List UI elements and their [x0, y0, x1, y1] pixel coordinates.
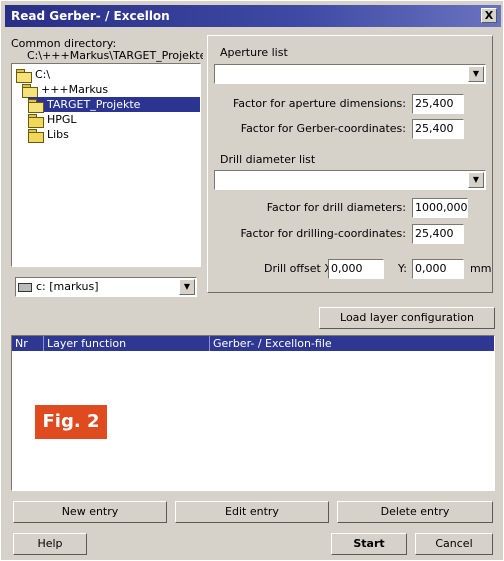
- drive-value: c: [markus]: [36, 280, 99, 293]
- close-button[interactable]: X: [481, 8, 497, 23]
- title-bar: Read Gerber- / Excellon X: [5, 5, 501, 27]
- drive-select[interactable]: c: [markus] ▼: [15, 277, 197, 297]
- chevron-down-icon[interactable]: ▼: [179, 279, 195, 295]
- help-button[interactable]: Help: [13, 533, 87, 555]
- tree-item-target-projekte[interactable]: TARGET_Projekte: [28, 97, 201, 113]
- factor-aperture-dimensions-field[interactable]: 25,400: [412, 94, 464, 114]
- tree-item-label: C:\: [35, 68, 51, 81]
- chevron-down-icon[interactable]: ▼: [468, 172, 484, 188]
- drill-offset-y-field[interactable]: 0,000: [412, 259, 464, 279]
- factor-gerber-coordinates-field[interactable]: 25,400: [412, 119, 464, 139]
- cancel-button[interactable]: Cancel: [415, 533, 493, 555]
- factor-gerber-coordinates-label: Factor for Gerber-coordinates:: [240, 122, 406, 135]
- tree-item-hpgl[interactable]: HPGL: [28, 112, 77, 128]
- figure-badge: Fig. 2: [35, 405, 107, 439]
- factor-drill-diameters-field[interactable]: 1000,000: [412, 198, 468, 218]
- folder-open-icon: [16, 69, 32, 83]
- folder-icon: [28, 129, 44, 143]
- settings-panel: Aperture list ▼ Factor for aperture dime…: [207, 35, 493, 293]
- delete-entry-button[interactable]: Delete entry: [337, 501, 493, 523]
- new-entry-button[interactable]: New entry: [13, 501, 167, 523]
- directory-tree[interactable]: C:\ +++Markus TARGET_Projekte HPGL Libs: [11, 63, 201, 267]
- folder-open-icon: [28, 99, 44, 113]
- tree-item-libs[interactable]: Libs: [28, 127, 69, 143]
- edit-entry-button[interactable]: Edit entry: [175, 501, 329, 523]
- tree-item-label: Libs: [47, 128, 69, 141]
- tree-item-label: TARGET_Projekte: [47, 98, 141, 111]
- column-header-nr[interactable]: Nr: [12, 336, 44, 351]
- factor-aperture-dimensions-label: Factor for aperture dimensions:: [232, 97, 406, 110]
- close-icon: X: [484, 9, 494, 22]
- read-gerber-dialog: Read Gerber- / Excellon X Common directo…: [0, 0, 504, 561]
- folder-icon: [28, 114, 44, 128]
- column-header-file[interactable]: Gerber- / Excellon-file: [210, 336, 494, 351]
- layer-table-header: Nr Layer function Gerber- / Excellon-fil…: [12, 336, 494, 351]
- drill-diameter-list-select[interactable]: ▼: [214, 170, 486, 190]
- window-title: Read Gerber- / Excellon: [11, 9, 170, 23]
- start-button[interactable]: Start: [331, 533, 407, 555]
- tree-item-root[interactable]: C:\: [16, 67, 51, 83]
- tree-item-markus[interactable]: +++Markus: [22, 82, 109, 98]
- offset-unit-label: mm: [470, 262, 492, 275]
- drill-offset-y-label: Y:: [398, 262, 407, 275]
- aperture-list-label: Aperture list: [220, 46, 288, 59]
- tree-item-label: +++Markus: [41, 83, 109, 96]
- drive-icon: [18, 282, 32, 292]
- chevron-down-icon[interactable]: ▼: [468, 66, 484, 82]
- column-header-layer-function[interactable]: Layer function: [44, 336, 210, 351]
- drill-offset-x-field[interactable]: 0,000: [328, 259, 384, 279]
- factor-drilling-coordinates-field[interactable]: 25,400: [412, 224, 464, 244]
- load-layer-configuration-button[interactable]: Load layer configuration: [319, 307, 495, 329]
- factor-drill-diameters-label: Factor for drill diameters:: [266, 201, 406, 214]
- tree-item-label: HPGL: [47, 113, 77, 126]
- drill-offset-x-label: Drill offset X:: [264, 262, 336, 275]
- folder-open-icon: [22, 84, 38, 98]
- factor-drilling-coordinates-label: Factor for drilling-coordinates:: [240, 227, 406, 240]
- drill-diameter-list-label: Drill diameter list: [220, 153, 316, 166]
- directory-path: C:\+++Markus\TARGET_Projekte: [27, 49, 203, 62]
- aperture-list-select[interactable]: ▼: [214, 64, 486, 84]
